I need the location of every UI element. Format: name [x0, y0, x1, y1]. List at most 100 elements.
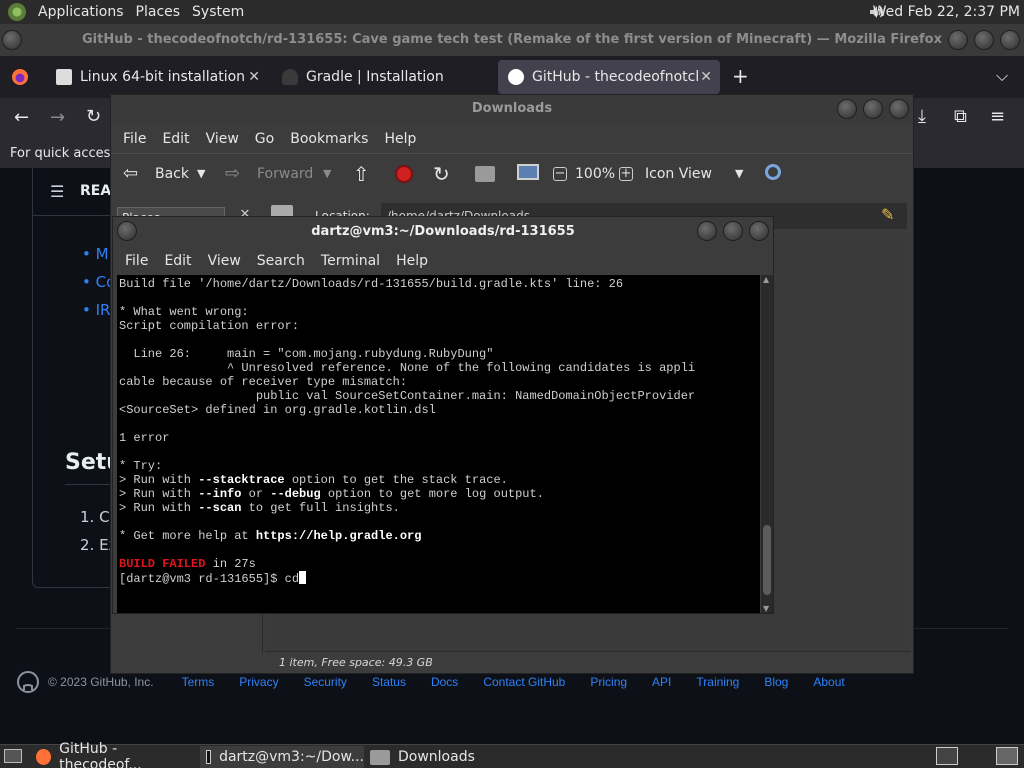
taskbar-item-downloads[interactable]: Downloads	[370, 746, 530, 768]
footer-link-security[interactable]: Security	[304, 675, 347, 689]
close-button[interactable]	[749, 221, 769, 241]
zoom-in-icon[interactable]: +	[619, 167, 633, 181]
nautilus-statusbar: 1 item, Free space: 49.3 GB	[265, 651, 911, 673]
terminal-titlebar: dartz@vm3:~/Downloads/rd-131655	[113, 217, 773, 247]
menu-help[interactable]: Help	[396, 253, 428, 269]
menu-bookmarks[interactable]: Bookmarks	[290, 131, 368, 147]
footer-link-contact[interactable]: Contact GitHub	[483, 675, 565, 689]
taskbar-item-terminal[interactable]: dartz@vm3:~/Dow...	[200, 746, 364, 768]
footer-link-privacy[interactable]: Privacy	[239, 675, 278, 689]
menu-view[interactable]: View	[208, 253, 241, 269]
outline-list-icon[interactable]: ☰	[50, 182, 64, 201]
window-menu-button[interactable]	[2, 30, 22, 50]
taskbar-item-firefox[interactable]: GitHub - thecodeof...	[36, 741, 196, 768]
clear-location-broom-icon[interactable]: ✎	[881, 205, 894, 224]
close-button[interactable]	[889, 99, 909, 119]
back-button[interactable]: Back	[155, 154, 189, 194]
home-folder-icon[interactable]	[475, 166, 495, 182]
back-arrow-icon[interactable]: ←	[14, 107, 29, 128]
terminal-output[interactable]: Build file '/home/dartz/Downloads/rd-131…	[117, 275, 760, 613]
minimize-button[interactable]	[837, 99, 857, 119]
trash-icon[interactable]	[996, 747, 1018, 765]
zoom-out-icon[interactable]: −	[553, 167, 567, 181]
list-all-tabs-chevron-down-icon[interactable]: ⌵	[996, 66, 1008, 86]
distro-logo-icon[interactable]	[8, 3, 26, 21]
github-logo-icon[interactable]	[16, 670, 40, 694]
footer-link-training[interactable]: Training	[696, 675, 739, 689]
terminal-line: Script compilation error:	[119, 319, 300, 333]
maximize-button[interactable]	[723, 221, 743, 241]
menu-edit[interactable]: Edit	[164, 253, 191, 269]
new-tab-plus-icon[interactable]: +	[732, 64, 749, 88]
close-icon[interactable]: ✕	[248, 69, 260, 85]
terminal-scrollbar[interactable]: ▲ ▼	[761, 275, 773, 613]
terminal-line: * Get more help at https://help.gradle.o…	[119, 529, 422, 543]
footer-link-docs[interactable]: Docs	[431, 675, 458, 689]
scroll-up-arrow-icon[interactable]: ▲	[763, 275, 769, 284]
readme-label[interactable]: REA	[80, 183, 111, 199]
close-icon[interactable]: ✕	[700, 69, 712, 85]
folder-icon	[370, 749, 390, 765]
forward-arrow-icon[interactable]: →	[50, 107, 65, 128]
menu-view[interactable]: View	[206, 131, 239, 147]
zoom-level: 100%	[575, 166, 616, 182]
view-mode-select[interactable]: Icon View	[645, 154, 712, 194]
terminal-line: > Run with --info or --debug option to g…	[119, 487, 544, 501]
forward-history-chevron-down-icon[interactable]: ▼	[323, 154, 331, 194]
close-button[interactable]	[1000, 30, 1020, 50]
menu-applications[interactable]: Applications	[38, 4, 124, 20]
nautilus-window-title: Downloads	[471, 101, 553, 116]
scrollbar-thumb[interactable]	[763, 525, 771, 595]
tab-linux-install[interactable]: Linux 64-bit installation inst ✕	[46, 60, 268, 94]
footer-link-api[interactable]: API	[652, 675, 671, 689]
menu-search[interactable]: Search	[257, 253, 305, 269]
reload-icon[interactable]: ↻	[433, 154, 450, 194]
minimize-button[interactable]	[948, 30, 968, 50]
tab-gradle-installation[interactable]: Gradle | Installation	[272, 60, 494, 94]
downloads-icon[interactable]: ⤓	[918, 106, 926, 127]
extensions-icon[interactable]: ⧉	[954, 106, 967, 127]
forward-arrow-icon[interactable]: ⇨	[225, 154, 240, 194]
page-icon	[56, 69, 72, 85]
github-icon	[508, 69, 524, 85]
terminal-icon	[206, 750, 212, 764]
forward-button[interactable]: Forward	[257, 154, 313, 194]
nautilus-titlebar: Downloads	[111, 95, 913, 125]
menu-system[interactable]: System	[192, 4, 244, 20]
top-panel: Applications Places System Wed Feb 22, 2…	[0, 0, 1024, 24]
search-icon[interactable]	[765, 164, 781, 180]
footer-link-pricing[interactable]: Pricing	[590, 675, 627, 689]
terminal-line: > Run with --stacktrace option to get th…	[119, 473, 508, 487]
footer-link-blog[interactable]: Blog	[764, 675, 788, 689]
menu-file[interactable]: File	[125, 253, 148, 269]
maximize-button[interactable]	[974, 30, 994, 50]
terminal-cursor	[299, 571, 307, 584]
maximize-button[interactable]	[863, 99, 883, 119]
menu-terminal[interactable]: Terminal	[321, 253, 380, 269]
footer-link-status[interactable]: Status	[372, 675, 406, 689]
scroll-down-arrow-icon[interactable]: ▼	[763, 604, 769, 613]
menu-go[interactable]: Go	[255, 131, 274, 147]
window-menu-button[interactable]	[117, 221, 137, 241]
tab-github-rd[interactable]: GitHub - thecodeofnotch/rd ✕	[498, 60, 720, 94]
hamburger-menu-icon[interactable]: ≡	[990, 106, 1005, 127]
clock[interactable]: Wed Feb 22, 2:37 PM	[873, 0, 1020, 24]
firefox-icon[interactable]	[10, 67, 30, 87]
menu-places[interactable]: Places	[136, 4, 181, 20]
reload-icon[interactable]: ↻	[86, 106, 101, 127]
back-arrow-icon[interactable]: ⇦	[123, 154, 138, 194]
computer-icon[interactable]	[517, 164, 539, 180]
footer-link-about[interactable]: About	[813, 675, 844, 689]
menu-edit[interactable]: Edit	[162, 131, 189, 147]
workspace-switcher[interactable]	[936, 747, 958, 765]
show-desktop-icon[interactable]	[4, 749, 22, 763]
terminal-prompt-line[interactable]: [dartz@vm3 rd-131655]$ cd	[119, 571, 760, 586]
minimize-button[interactable]	[697, 221, 717, 241]
menu-help[interactable]: Help	[384, 131, 416, 147]
back-history-chevron-down-icon[interactable]: ▼	[197, 154, 205, 194]
stop-icon[interactable]	[395, 165, 413, 183]
view-mode-chevron-down-icon[interactable]: ▼	[735, 154, 743, 194]
footer-link-terms[interactable]: Terms	[182, 675, 215, 689]
menu-file[interactable]: File	[123, 131, 146, 147]
up-arrow-icon[interactable]: ⇧	[353, 154, 370, 194]
